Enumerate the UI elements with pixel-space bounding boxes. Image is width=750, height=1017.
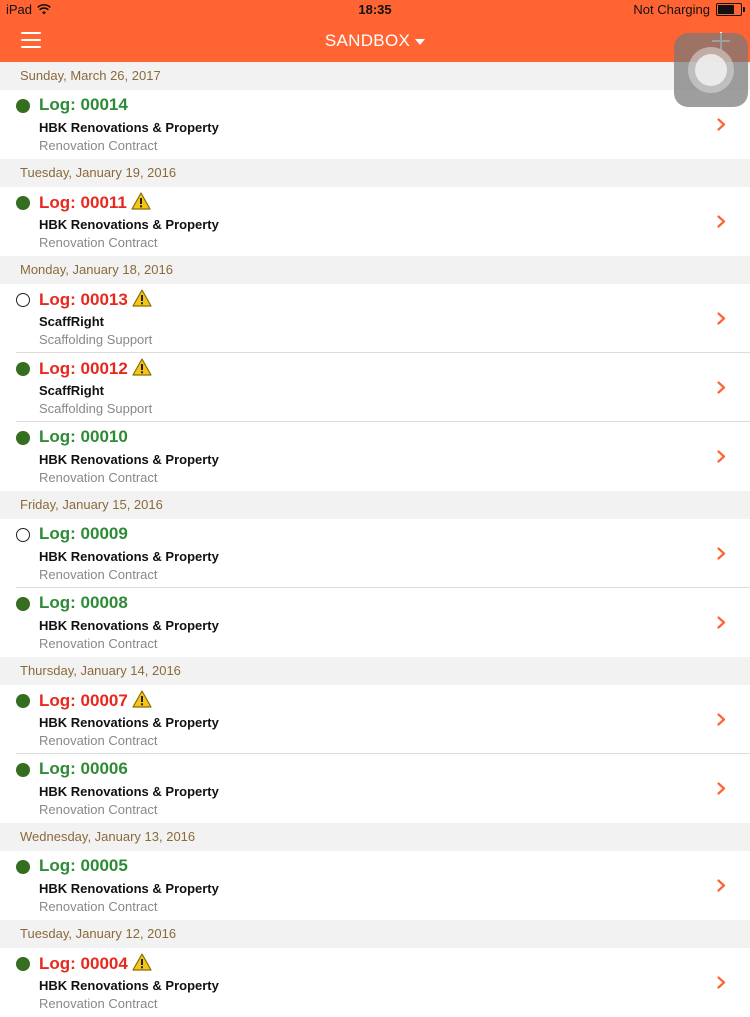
log-row[interactable]: Log: 00008 HBK Renovations & Property Reno… [0, 588, 750, 657]
log-row[interactable]: Log: 00011 HBK Renovations & Property Reno… [0, 187, 750, 256]
log-title: Log: 00007 [39, 690, 152, 713]
log-number: Log: 00009 [39, 524, 128, 543]
log-row[interactable]: Log: 00013 ScaffRight Scaffolding Support [0, 284, 750, 353]
status-dot [16, 293, 30, 307]
contract-name: Scaffolding Support [39, 332, 153, 347]
chevron-right-icon [717, 450, 726, 463]
log-number: Log: 00011 [39, 193, 127, 212]
warning-icon [132, 358, 152, 381]
nav-bar: SANDBOX [0, 20, 750, 62]
nav-title: SANDBOX [324, 31, 411, 50]
status-dot [16, 528, 30, 542]
status-bar: iPad 18:35 Not Charging [0, 0, 750, 20]
contract-name: Renovation Contract [39, 138, 158, 153]
company-name: HBK Renovations & Property [39, 784, 219, 799]
chevron-right-icon [717, 782, 726, 795]
chevron-right-icon [717, 976, 726, 989]
company-name: HBK Renovations & Property [39, 978, 219, 993]
status-dot [16, 763, 30, 777]
log-row[interactable]: Log: 00005 HBK Renovations & Property Reno… [0, 851, 750, 920]
contract-name: Renovation Contract [39, 235, 158, 250]
contract-name: Renovation Contract [39, 567, 158, 582]
section-header: Friday, January 15, 2016 [0, 491, 750, 519]
battery-icon [716, 3, 745, 16]
log-number: Log: 00008 [39, 593, 128, 612]
contract-name: Renovation Contract [39, 636, 158, 651]
status-dot [16, 431, 30, 445]
company-name: HBK Renovations & Property [39, 217, 219, 232]
status-dot [16, 99, 30, 113]
log-title: Log: 00008 [39, 593, 128, 613]
log-number: Log: 00006 [39, 759, 128, 778]
chevron-right-icon [717, 381, 726, 394]
log-row[interactable]: Log: 00014 HBK Renovations & Property Reno… [0, 90, 750, 159]
charging-status: Not Charging [633, 2, 710, 17]
caret-down-icon [415, 38, 426, 45]
section-header: Monday, January 18, 2016 [0, 256, 750, 284]
log-number: Log: 00012 [39, 359, 128, 378]
status-dot [16, 694, 30, 708]
warning-icon [131, 192, 151, 215]
status-dot [16, 362, 30, 376]
chevron-right-icon [717, 312, 726, 325]
chevron-right-icon [717, 118, 726, 131]
warning-icon [132, 690, 152, 713]
section-header: Sunday, March 26, 2017 [0, 62, 750, 90]
warning-icon [132, 953, 152, 976]
log-number: Log: 00013 [39, 290, 128, 309]
contract-name: Renovation Contract [39, 470, 158, 485]
log-row[interactable]: Log: 00012 ScaffRight Scaffolding Support [0, 353, 750, 422]
contract-name: Renovation Contract [39, 733, 158, 748]
status-dot [16, 860, 30, 874]
section-header: Tuesday, January 19, 2016 [0, 159, 750, 187]
company-name: HBK Renovations & Property [39, 715, 219, 730]
log-number: Log: 00005 [39, 856, 128, 875]
log-title: Log: 00005 [39, 856, 128, 876]
log-title: Log: 00014 [39, 95, 128, 115]
log-title: Log: 00009 [39, 524, 128, 544]
chevron-right-icon [717, 215, 726, 228]
chevron-right-icon [717, 547, 726, 560]
contract-name: Scaffolding Support [39, 401, 153, 416]
chevron-right-icon [717, 713, 726, 726]
status-dot [16, 196, 30, 210]
contract-name: Renovation Contract [39, 996, 158, 1011]
contract-name: Renovation Contract [39, 899, 158, 914]
company-name: HBK Renovations & Property [39, 549, 219, 564]
assistive-touch-button[interactable] [674, 33, 748, 107]
log-number: Log: 00007 [39, 691, 128, 710]
log-title: Log: 00004 [39, 953, 152, 976]
chevron-right-icon [717, 616, 726, 629]
log-title: Log: 00012 [39, 358, 152, 381]
log-row[interactable]: Log: 00004 HBK Renovations & Property Reno… [0, 948, 750, 1017]
log-title: Log: 00013 [39, 289, 152, 312]
warning-icon [132, 289, 152, 312]
log-row[interactable]: Log: 00009 HBK Renovations & Property Reno… [0, 519, 750, 588]
log-title: Log: 00006 [39, 759, 128, 779]
contract-name: Renovation Contract [39, 802, 158, 817]
company-name: HBK Renovations & Property [39, 120, 219, 135]
company-name: ScaffRight [39, 383, 104, 398]
status-dot [16, 957, 30, 971]
section-header: Thursday, January 14, 2016 [0, 657, 750, 685]
company-name: HBK Renovations & Property [39, 881, 219, 896]
status-right: Not Charging [633, 2, 745, 17]
company-name: ScaffRight [39, 314, 104, 329]
log-list: Sunday, March 26, 2017 Log: 00014 HBK Reno… [0, 62, 750, 1017]
log-row[interactable]: Log: 00006 HBK Renovations & Property Reno… [0, 754, 750, 823]
company-name: HBK Renovations & Property [39, 452, 219, 467]
chevron-right-icon [717, 879, 726, 892]
section-header: Wednesday, January 13, 2016 [0, 823, 750, 851]
log-row[interactable]: Log: 00007 HBK Renovations & Property Reno… [0, 685, 750, 754]
status-dot [16, 597, 30, 611]
log-title: Log: 00010 [39, 427, 128, 447]
log-number: Log: 00014 [39, 95, 128, 114]
log-row[interactable]: Log: 00010 HBK Renovations & Property Reno… [0, 422, 750, 491]
log-number: Log: 00004 [39, 954, 128, 973]
section-header: Tuesday, January 12, 2016 [0, 920, 750, 948]
company-name: HBK Renovations & Property [39, 618, 219, 633]
log-number: Log: 00010 [39, 427, 128, 446]
log-title: Log: 00011 [39, 192, 151, 215]
sandbox-selector[interactable]: SANDBOX [0, 31, 750, 51]
